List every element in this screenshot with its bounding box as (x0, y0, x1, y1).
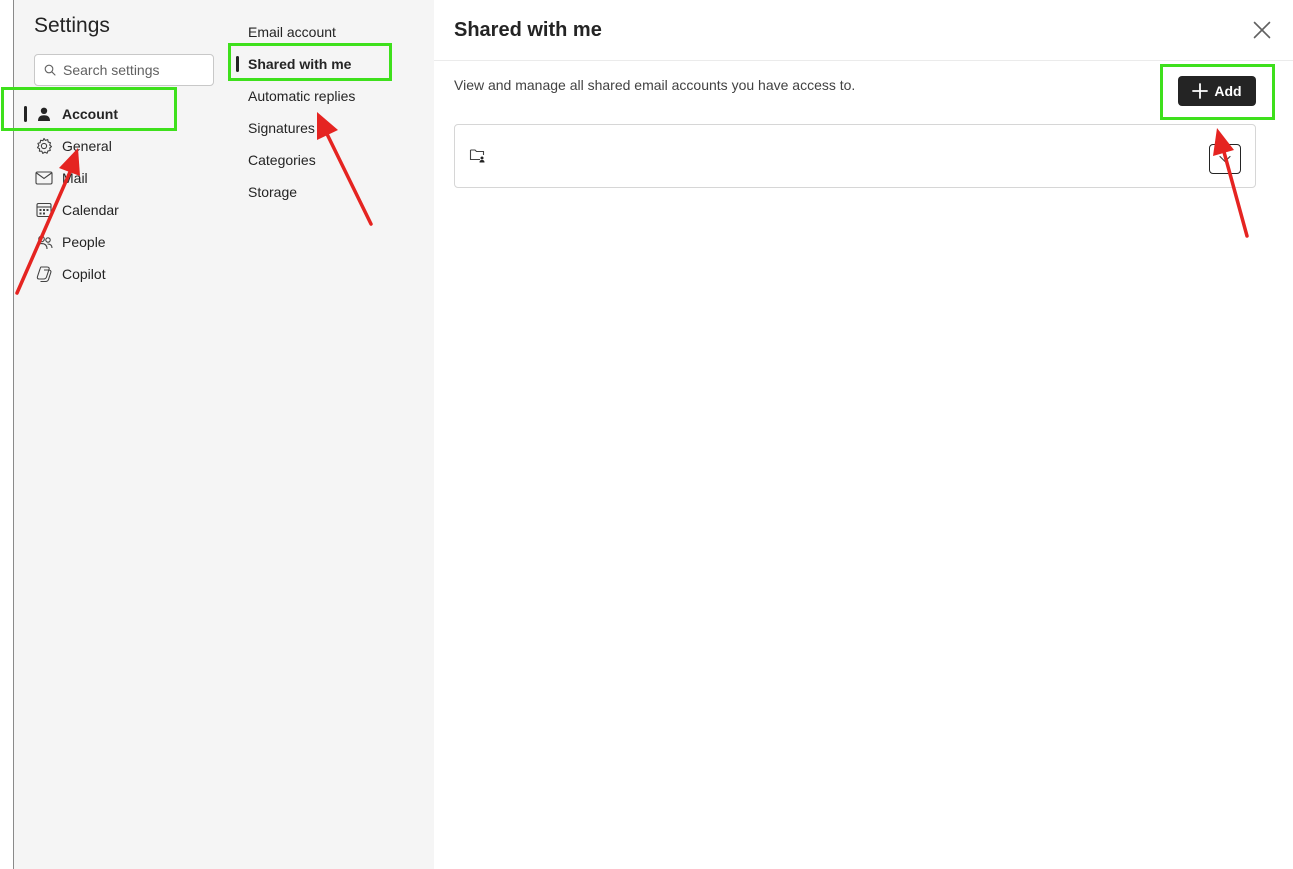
page-description: View and manage all shared email account… (454, 77, 856, 93)
nav-item-label: Copilot (62, 266, 106, 282)
shared-account-card[interactable] (454, 124, 1256, 188)
main-panel: Shared with me View and manage all share… (434, 0, 1293, 869)
subnav-item-categories[interactable]: Categories (233, 144, 434, 176)
chevron-down-icon (1219, 155, 1231, 163)
copilot-icon (34, 264, 54, 284)
gear-icon (34, 136, 54, 156)
subnav-item-label: Shared with me (248, 56, 352, 72)
nav-item-label: Account (62, 106, 118, 122)
selected-indicator (24, 106, 27, 122)
search-icon (44, 64, 56, 76)
calendar-icon (34, 200, 54, 220)
subnav-item-storage[interactable]: Storage (233, 176, 434, 208)
plus-icon (1192, 83, 1209, 99)
nav-item-copilot[interactable]: Copilot (14, 258, 233, 290)
subnav-item-label: Automatic replies (248, 88, 356, 104)
search-box[interactable] (34, 54, 214, 86)
mail-icon (34, 168, 54, 188)
nav-item-label: Calendar (62, 202, 119, 218)
subnav-item-email-account[interactable]: Email account (233, 16, 434, 48)
shared-folder-icon (469, 147, 487, 168)
expand-button[interactable] (1209, 144, 1241, 174)
settings-title: Settings (34, 14, 110, 37)
subnav-item-label: Email account (248, 24, 336, 40)
subnav-item-label: Storage (248, 184, 298, 200)
nav-item-label: People (62, 234, 106, 250)
subnav-item-label: Signatures (248, 120, 315, 136)
nav-item-label: Mail (62, 170, 88, 186)
page-title: Shared with me (454, 19, 602, 41)
close-button[interactable] (1248, 16, 1276, 44)
nav-item-general[interactable]: General (14, 130, 233, 162)
search-input[interactable] (63, 62, 203, 78)
add-button-label: Add (1214, 83, 1242, 99)
header-divider (434, 60, 1293, 61)
subnav-item-automatic-replies[interactable]: Automatic replies (233, 80, 434, 112)
add-shared-account-button[interactable]: Add (1178, 76, 1256, 106)
nav-item-mail[interactable]: Mail (14, 162, 233, 194)
subnav-item-label: Categories (248, 152, 316, 168)
settings-sidebar: Settings Account General (14, 0, 233, 869)
nav-item-people[interactable]: People (14, 226, 233, 258)
nav-item-label: General (62, 138, 112, 154)
nav-item-calendar[interactable]: Calendar (14, 194, 233, 226)
close-icon (1253, 21, 1271, 39)
subnav-item-signatures[interactable]: Signatures (233, 112, 434, 144)
nav-item-account[interactable]: Account (14, 98, 233, 130)
person-icon (34, 104, 54, 124)
selected-indicator (236, 56, 239, 72)
subnav-item-shared-with-me[interactable]: Shared with me (233, 48, 434, 80)
people-icon (34, 232, 54, 252)
account-subnav: Email account Shared with me Automatic r… (233, 0, 434, 869)
